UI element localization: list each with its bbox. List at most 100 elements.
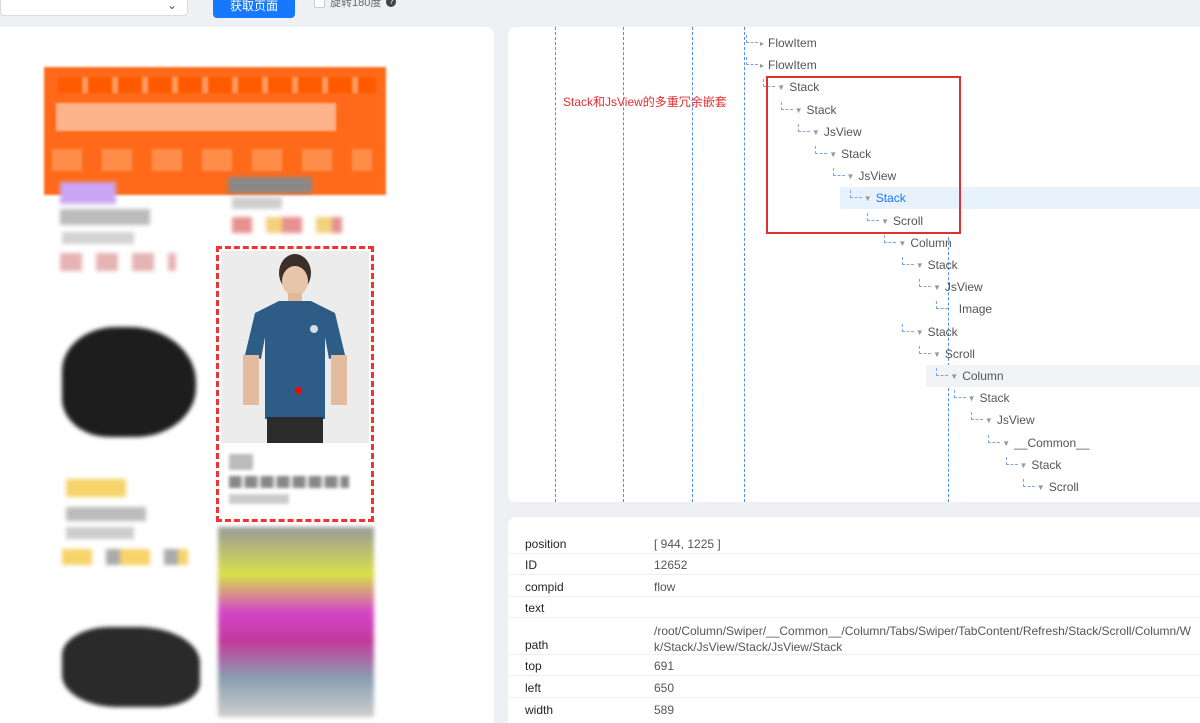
tree-node-label: JsView [996, 413, 1035, 428]
tree-connector [884, 234, 897, 243]
annotation-label: Stack和JsView的多重冗余嵌套 [563, 95, 727, 109]
tree-connector [953, 390, 966, 399]
pixelated-app-header [44, 67, 386, 195]
tree-guide-line [744, 27, 745, 502]
pixelated-product-text [66, 527, 134, 539]
tree-node[interactable]: ▸ FlowItem [746, 54, 817, 76]
prop-value: /root/Column/Swiper/__Common__/Column/Ta… [654, 623, 1200, 655]
tree-node[interactable]: Image [936, 298, 992, 320]
tree-connector [936, 301, 949, 310]
tree-node-label: Column [962, 369, 1004, 383]
prop-key: compid [525, 580, 564, 594]
tree-connector [901, 323, 914, 332]
caret-down-icon[interactable]: ▼ [985, 410, 993, 432]
pixelated-product-tag [66, 479, 126, 497]
prop-row-id: ID 12652 [508, 554, 1200, 575]
tree-node-label: Stack [979, 391, 1010, 406]
tree-node-label: FlowItem [768, 58, 817, 73]
caret-down-icon[interactable]: ▼ [968, 388, 976, 410]
caret-down-icon[interactable]: ▼ [1002, 433, 1010, 455]
pixelated-product-image [62, 627, 200, 707]
selected-flow-item[interactable] [216, 246, 374, 522]
tshirt-model-illustration [221, 251, 369, 443]
rotate-label: 旋转180度 [330, 0, 382, 9]
caret-down-icon[interactable]: ▼ [916, 255, 924, 277]
prop-key: path [525, 638, 549, 652]
prop-value: flow [654, 580, 676, 594]
tree-node[interactable]: ▼ Column [884, 232, 952, 255]
caret-down-icon[interactable]: ▼ [1020, 455, 1028, 477]
prop-row-position: position [ 944, 1225 ] [508, 527, 1200, 554]
tree-node-label: Image [958, 302, 993, 317]
annotation-highlight-box [766, 76, 961, 234]
tree-connector [1022, 479, 1035, 487]
pixelated-item-text [60, 209, 150, 225]
pixelated-item-sub [232, 197, 282, 209]
tree-connector [901, 257, 914, 265]
prop-row-path: path /root/Column/Swiper/__Common__/Colu… [508, 618, 1200, 655]
tree-node[interactable]: ▼ Stack [901, 254, 958, 277]
rotate-checkbox[interactable] [314, 0, 325, 8]
prop-value: 12652 [654, 558, 688, 572]
tree-node[interactable]: ▼ Stack [901, 321, 958, 344]
prop-key: width [525, 703, 554, 717]
prop-row-top: top 691 [508, 655, 1200, 676]
tree-node[interactable]: ▼ Scroll [1022, 476, 1079, 499]
path-line-1: /root/Column/Swiper/__Common__/Column/Ta… [654, 624, 1191, 638]
prop-value: [ 944, 1225 ] [654, 537, 721, 551]
fetch-page-button[interactable]: 获取页面 [213, 0, 295, 18]
path-line-2: k/Stack/JsView/Stack/JsView/Stack [654, 640, 843, 654]
prop-value: 691 [654, 659, 675, 673]
product-photo [221, 251, 369, 443]
tree-node-label: Scroll [1048, 480, 1079, 494]
tree-connector [1005, 456, 1018, 465]
caret-down-icon[interactable]: ▼ [1037, 477, 1045, 499]
pixelated-product-icons [62, 549, 188, 565]
tree-node-label: Scroll [944, 346, 975, 361]
caret-right-icon[interactable]: ▸ [760, 55, 764, 77]
rotate-option[interactable]: 旋转180度 ? [314, 0, 397, 10]
tree-node[interactable]: ▸ FlowItem [746, 32, 817, 54]
chevron-down-icon: ⌄ [166, 0, 177, 12]
prop-key: position [525, 537, 567, 551]
caret-down-icon[interactable]: ▼ [950, 366, 958, 388]
prop-key: text [525, 601, 545, 615]
prop-row-compid: compid flow [508, 575, 1200, 597]
caret-right-icon[interactable]: ▸ [760, 33, 764, 55]
caret-right-icon[interactable] [950, 299, 954, 321]
help-icon[interactable]: ? [386, 0, 397, 7]
caret-down-icon[interactable]: ▼ [933, 277, 941, 299]
properties-panel[interactable]: position [ 944, 1225 ] ID 12652 compid f… [508, 517, 1200, 723]
tree-node-label: FlowItem [768, 36, 817, 50]
device-preview-panel[interactable] [0, 27, 494, 723]
pixelated-card-text [229, 454, 359, 504]
tree-connector [746, 35, 758, 43]
prop-key: ID [525, 558, 537, 572]
tree-connector [988, 434, 1001, 443]
caret-down-icon[interactable]: ▼ [898, 233, 906, 255]
tree-node[interactable]: ▼ Column [936, 365, 1004, 388]
pixelated-item-tag [60, 182, 116, 204]
page-select-dropdown[interactable]: ⌄ [0, 0, 188, 16]
tree-node[interactable]: ▼ JsView [970, 409, 1035, 432]
tree-node[interactable]: ▼ Stack [1005, 454, 1062, 477]
caret-down-icon[interactable]: ▼ [933, 344, 941, 366]
tree-node[interactable]: ▼ Scroll [919, 343, 975, 365]
prop-row-left: left 650 [508, 676, 1200, 698]
tree-node-label: Stack [1031, 457, 1062, 472]
tree-connector [936, 368, 949, 376]
prop-key: top [525, 659, 542, 673]
pixelated-item-text [62, 232, 134, 244]
pixelated-item-icons [60, 253, 176, 271]
pixelated-product-text [66, 507, 146, 521]
tree-connector [970, 412, 983, 421]
tree-node[interactable]: ▼ __Common__ [988, 432, 1089, 454]
tree-node-label: __Common__ [1014, 435, 1090, 450]
caret-down-icon[interactable]: ▼ [916, 322, 924, 344]
tree-node-label: Stack [927, 258, 958, 272]
tap-point-marker [295, 387, 302, 394]
prop-row-width: width 589 [508, 698, 1200, 719]
tree-node[interactable]: ▼ JsView [919, 276, 983, 298]
pixelated-product-image [62, 327, 196, 437]
tree-node[interactable]: ▼ Stack [953, 387, 1010, 410]
